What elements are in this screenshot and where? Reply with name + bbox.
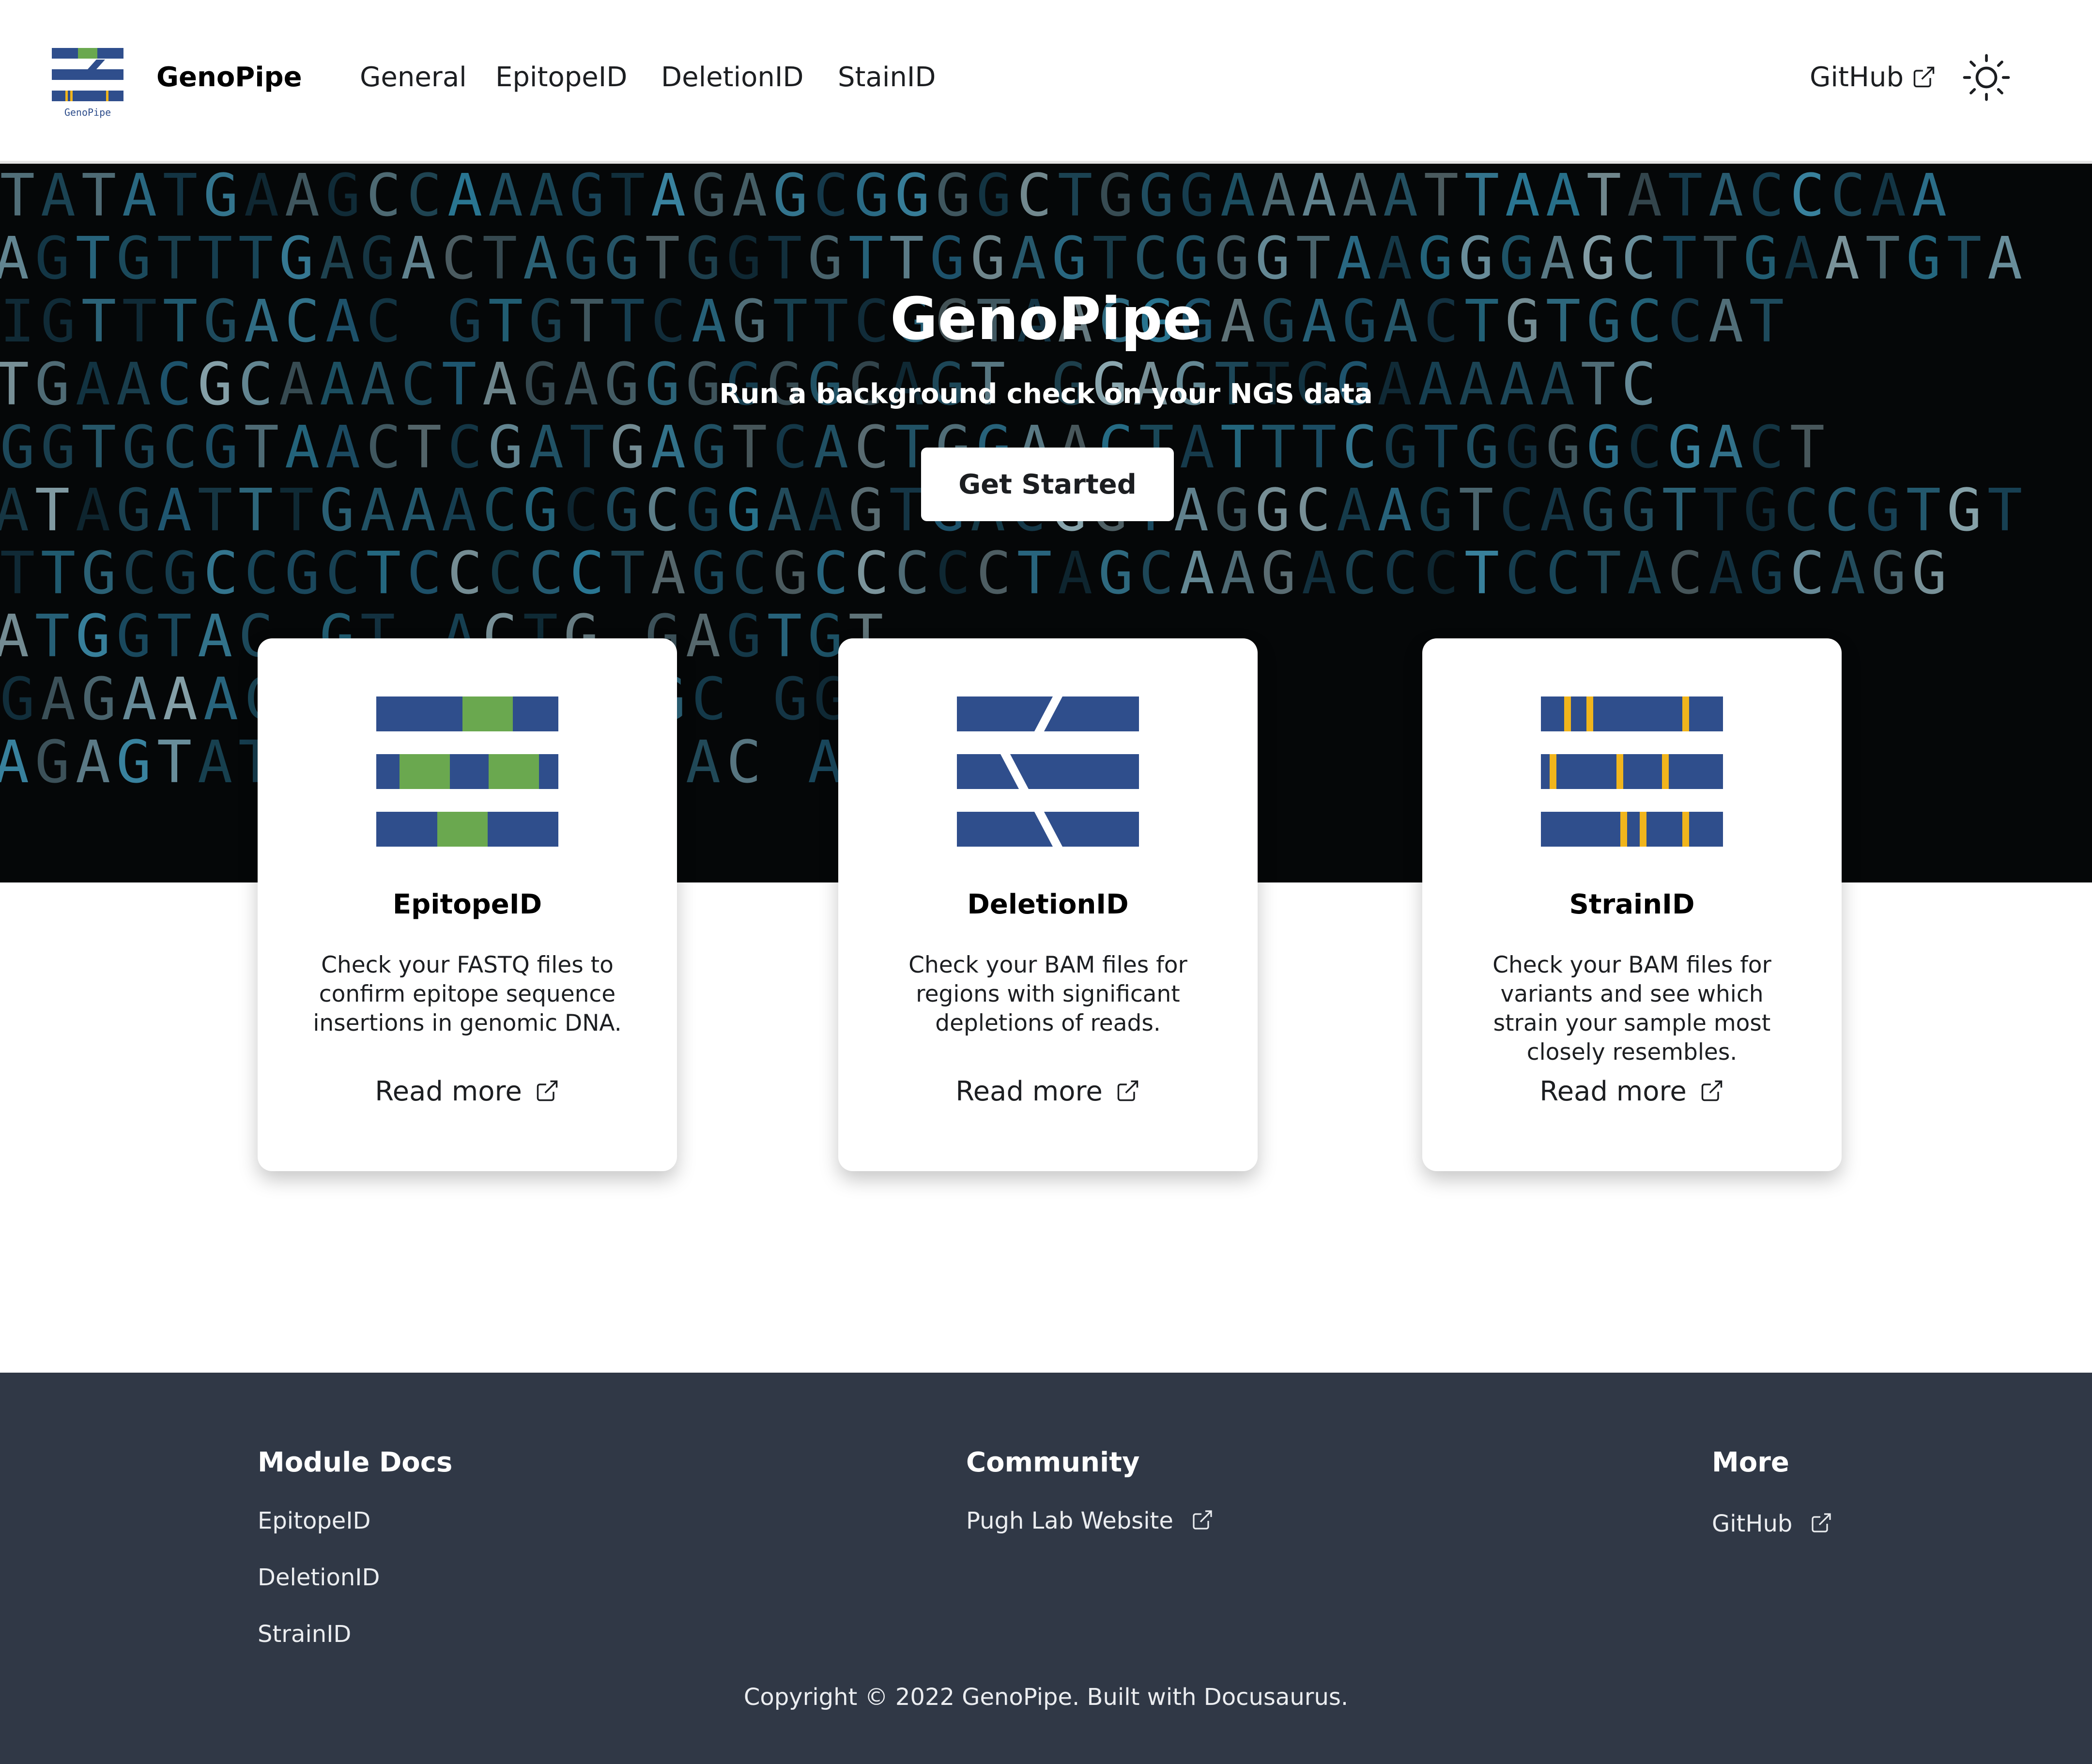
card-description: Check your FASTQ files to confirm epitop…	[313, 952, 622, 1037]
feature-card-deletionid: DeletionID Check your BAM files for regi…	[838, 638, 1258, 1171]
nav-link-general[interactable]: General	[360, 60, 467, 95]
feature-card-strainid: StrainID Check your BAM files for varian…	[1422, 638, 1842, 1171]
card-title: StrainID	[1569, 889, 1695, 920]
feature-card-epitopeid: EpitopeID Check your FASTQ files to conf…	[258, 638, 677, 1171]
footer-link-strainid[interactable]: StrainID	[258, 1619, 351, 1650]
deletion-icon	[957, 696, 1139, 847]
footer-heading-community: Community	[966, 1447, 1140, 1478]
hero-title: GenoPipe	[890, 286, 1202, 353]
get-started-button[interactable]: Get Started	[921, 448, 1174, 521]
dna-row: AGTGTTTGAGACTAGGTGGTGTTGGAGTCGGGTAAGGGAG…	[0, 225, 2023, 293]
dna-row: TATATGAAGCCAAAGTAGAGCGGGGCTGGGAAAAATTAAT…	[0, 164, 1947, 230]
read-more-label: Read more	[1539, 1076, 1687, 1107]
nav-link-deletionid[interactable]: DeletionID	[661, 60, 804, 95]
footer-link-pugh-lab-website[interactable]: Pugh Lab Website	[966, 1505, 1214, 1536]
strain-icon	[1541, 696, 1723, 847]
external-link-icon	[1812, 1513, 1831, 1532]
footer-link-github[interactable]: GitHub	[1712, 1508, 1833, 1539]
genopipe-logo[interactable]: GenoPipe	[52, 48, 123, 122]
nav-link-epitopeid[interactable]: EpitopeID	[495, 60, 627, 95]
footer-heading-module-docs: Module Docs	[258, 1447, 453, 1478]
sun-icon[interactable]	[1961, 52, 2012, 103]
navbar: GenoPipe GenoPipe General EpitopeID Dele…	[0, 0, 2092, 164]
read-more-label: Read more	[955, 1076, 1103, 1107]
external-link-icon	[1913, 66, 1935, 88]
external-link-icon	[1193, 1510, 1212, 1530]
logo-text: GenoPipe	[64, 107, 111, 118]
page: GenoPipe GenoPipe General EpitopeID Dele…	[0, 0, 2092, 1764]
footer-link-epitopeid[interactable]: EpitopeID	[258, 1505, 370, 1536]
card-description: Check your BAM files for regions with si…	[908, 952, 1187, 1037]
dna-row: TTGCGCCGCTCCCCCTAGCGCCCCCTAGCAAGACCCTCCT…	[0, 540, 1947, 607]
footer-link-label: Pugh Lab Website	[966, 1507, 1173, 1534]
copyright-text: Copyright © 2022 GenoPipe. Built with Do…	[743, 1684, 1349, 1711]
brand-name[interactable]: GenoPipe	[156, 60, 302, 95]
epitope-icon	[376, 696, 558, 847]
footer-heading-more: More	[1712, 1447, 1789, 1478]
footer-link-label: GitHub	[1712, 1510, 1793, 1537]
external-link-icon	[537, 1080, 558, 1101]
read-more-label: Read more	[375, 1076, 522, 1107]
read-more-link[interactable]: Read more	[838, 1074, 1258, 1109]
dna-row: GGTGCGTAACTCGATGAGTCACTGGAACTATTTCGTGGGG…	[0, 414, 1825, 481]
nav-github-link[interactable]: GitHub	[1810, 60, 1904, 95]
read-more-link[interactable]: Read more	[258, 1074, 677, 1109]
nav-link-stainid[interactable]: StainID	[838, 60, 936, 95]
footer-link-deletionid[interactable]: DeletionID	[258, 1562, 380, 1593]
footer: Module Docs EpitopeID DeletionID StrainI…	[0, 1373, 2092, 1764]
read-more-link[interactable]: Read more	[1422, 1074, 1842, 1109]
card-title: DeletionID	[967, 889, 1129, 920]
hero-subtitle: Run a background check on your NGS data	[719, 378, 1373, 410]
external-link-icon	[1701, 1080, 1723, 1101]
card-description: Check your BAM files for variants and se…	[1492, 952, 1771, 1066]
external-link-icon	[1117, 1080, 1138, 1101]
card-title: EpitopeID	[392, 889, 542, 920]
